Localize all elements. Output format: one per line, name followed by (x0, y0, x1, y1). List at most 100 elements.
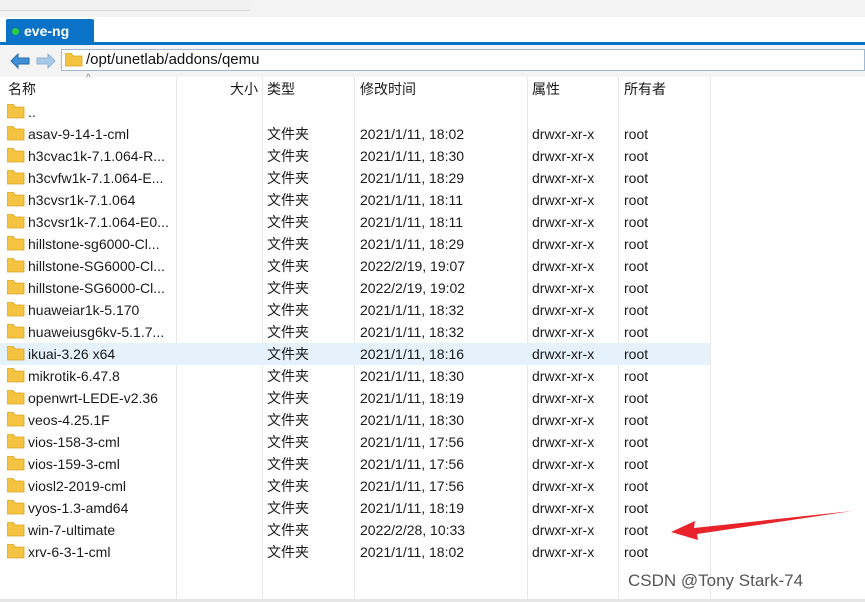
file-type: 文件夹 (267, 126, 309, 142)
file-name: asav-9-14-1-cml (28, 126, 130, 142)
file-row[interactable]: vios-158-3-cml 文件夹 2021/1/11, 17:56 drwxr-x… (0, 431, 710, 453)
forward-button[interactable] (34, 51, 58, 71)
file-row[interactable]: vios-159-3-cml 文件夹 2021/1/11, 17:56 drwxr-x… (0, 453, 710, 475)
folder-icon (7, 412, 25, 427)
file-row[interactable]: h3cvsr1k-7.1.064 文件夹 2021/1/11, 18:11 drwxr… (0, 189, 710, 211)
file-row[interactable]: hillstone-SG6000-Cl... 文件夹 2022/2/19, 19:0… (0, 277, 710, 299)
file-name: huaweiusg6kv-5.1.7... (28, 324, 165, 340)
file-row[interactable]: asav-9-14-1-cml 文件夹 2021/1/11, 18:02 drwxr-… (0, 123, 710, 145)
folder-icon (7, 302, 25, 317)
file-attributes: drwxr-xr-x (532, 412, 595, 428)
column-header-row: 名称 ^ 大小 类型 修改时间 属性 所有者 (0, 73, 710, 99)
file-modified: 2021/1/11, 17:56 (360, 434, 465, 450)
file-name: huaweiar1k-5.170 (28, 302, 140, 318)
file-owner: root (624, 170, 649, 186)
file-type: 文件夹 (267, 214, 309, 230)
file-owner: root (624, 236, 649, 252)
file-type: 文件夹 (267, 390, 309, 406)
file-modified: 2021/1/11, 18:11 (360, 214, 464, 230)
column-header-owner[interactable]: 所有者 (624, 77, 666, 99)
folder-icon (7, 346, 25, 361)
file-name: openwrt-LEDE-v2.36 (28, 390, 158, 406)
file-row[interactable]: mikrotik-6.47.8 文件夹 2021/1/11, 18:30 drwxr-… (0, 365, 710, 387)
file-name: vios-158-3-cml (28, 434, 120, 450)
file-row[interactable]: vyos-1.3-amd64 文件夹 2021/1/11, 18:19 drwxr-x… (0, 497, 710, 519)
file-row[interactable]: veos-4.25.1F 文件夹 2021/1/11, 18:30 drwxr-xr-… (0, 409, 710, 431)
file-row[interactable]: h3cvac1k-7.1.064-R... 文件夹 2021/1/11, 18:30… (0, 145, 710, 167)
folder-icon (7, 280, 25, 295)
file-modified: 2021/1/11, 18:30 (360, 368, 465, 384)
file-modified: 2021/1/11, 18:11 (360, 192, 464, 208)
back-button[interactable] (8, 51, 32, 71)
column-header-name[interactable]: 名称 (8, 77, 36, 99)
file-row[interactable]: huaweiar1k-5.170 文件夹 2021/1/11, 18:32 drwxr… (0, 299, 710, 321)
file-modified: 2021/1/11, 18:32 (360, 324, 465, 340)
file-row[interactable]: huaweiusg6kv-5.1.7... 文件夹 2021/1/11, 18:32… (0, 321, 710, 343)
file-type: 文件夹 (267, 302, 309, 318)
path-input[interactable]: /opt/unetlab/addons/qemu (61, 49, 865, 71)
file-name: h3cvac1k-7.1.064-R... (28, 148, 165, 164)
file-row[interactable]: h3cvfw1k-7.1.064-E... 文件夹 2021/1/11, 18:29… (0, 167, 710, 189)
file-attributes: drwxr-xr-x (532, 456, 595, 472)
file-type: 文件夹 (267, 544, 309, 560)
file-modified: 2021/1/11, 18:19 (360, 500, 465, 516)
column-header-type[interactable]: 类型 (267, 77, 295, 99)
file-attributes: drwxr-xr-x (532, 478, 595, 494)
tab-eve-ng[interactable]: eve-ng (6, 19, 94, 43)
column-divider[interactable] (710, 77, 711, 599)
file-attributes: drwxr-xr-x (532, 368, 595, 384)
file-owner: root (624, 258, 649, 274)
file-owner: root (624, 280, 649, 296)
file-row[interactable]: xrv-6-3-1-cml 文件夹 2021/1/11, 18:02 drwxr-xr… (0, 541, 710, 563)
folder-icon (7, 214, 25, 229)
file-modified: 2021/1/11, 18:32 (360, 302, 465, 318)
file-attributes: drwxr-xr-x (532, 522, 595, 538)
file-owner: root (624, 214, 649, 230)
folder-icon (7, 236, 25, 251)
session-tab-bar: eve-ng (0, 17, 865, 43)
column-header-size[interactable]: 大小 (230, 77, 258, 99)
file-row[interactable]: hillstone-sg6000-Cl... 文件夹 2021/1/11, 18:2… (0, 233, 710, 255)
file-row[interactable]: viosl2-2019-cml 文件夹 2021/1/11, 17:56 drwxr-… (0, 475, 710, 497)
folder-icon (7, 478, 25, 493)
file-modified: 2022/2/19, 19:07 (360, 258, 466, 274)
folder-icon (7, 258, 25, 273)
file-row[interactable]: hillstone-SG6000-Cl... 文件夹 2022/2/19, 19:0… (0, 255, 710, 277)
file-list[interactable]: 名称 ^ 大小 类型 修改时间 属性 所有者 .. asav-9-14-1-cm… (0, 73, 865, 602)
file-owner: root (624, 434, 649, 450)
file-attributes: drwxr-xr-x (532, 500, 595, 516)
file-attributes: drwxr-xr-x (532, 214, 595, 230)
file-attributes: drwxr-xr-x (532, 170, 595, 186)
file-type: 文件夹 (267, 236, 309, 252)
navigation-toolbar: /opt/unetlab/addons/qemu (0, 45, 865, 78)
file-row[interactable]: h3cvsr1k-7.1.064-E0... 文件夹 2021/1/11, 18:1… (0, 211, 710, 233)
file-row[interactable]: openwrt-LEDE-v2.36 文件夹 2021/1/11, 18:19 drw… (0, 387, 710, 409)
file-type: 文件夹 (267, 478, 309, 494)
file-type: 文件夹 (267, 522, 309, 538)
file-name: viosl2-2019-cml (28, 478, 127, 494)
parent-directory-row[interactable]: .. (0, 101, 710, 123)
file-type: 文件夹 (267, 148, 309, 164)
file-modified: 2021/1/11, 18:29 (360, 170, 465, 186)
file-modified: 2021/1/11, 18:02 (360, 126, 465, 142)
file-owner: root (624, 500, 649, 516)
column-header-modified[interactable]: 修改时间 (360, 77, 416, 99)
file-owner: root (624, 390, 649, 406)
column-header-attributes[interactable]: 属性 (532, 77, 560, 99)
folder-icon (7, 544, 25, 559)
file-attributes: drwxr-xr-x (532, 390, 595, 406)
file-owner: root (624, 192, 649, 208)
file-modified: 2022/2/28, 10:33 (360, 522, 466, 538)
file-attributes: drwxr-xr-x (532, 544, 595, 560)
arrow-left-icon (10, 53, 30, 69)
file-type: 文件夹 (267, 324, 309, 340)
file-row[interactable]: ikuai-3.26 x64 文件夹 2021/1/11, 18:16 drwxr-x… (0, 343, 710, 365)
file-row[interactable]: win-7-ultimate 文件夹 2022/2/28, 10:33 drwxr-x… (0, 519, 710, 541)
file-modified: 2021/1/11, 18:16 (360, 346, 465, 362)
file-type: 文件夹 (267, 346, 309, 362)
file-attributes: drwxr-xr-x (532, 324, 595, 340)
file-owner: root (624, 126, 649, 142)
sort-ascending-icon: ^ (86, 73, 91, 84)
file-attributes: drwxr-xr-x (532, 148, 595, 164)
file-modified: 2021/1/11, 18:02 (360, 544, 465, 560)
